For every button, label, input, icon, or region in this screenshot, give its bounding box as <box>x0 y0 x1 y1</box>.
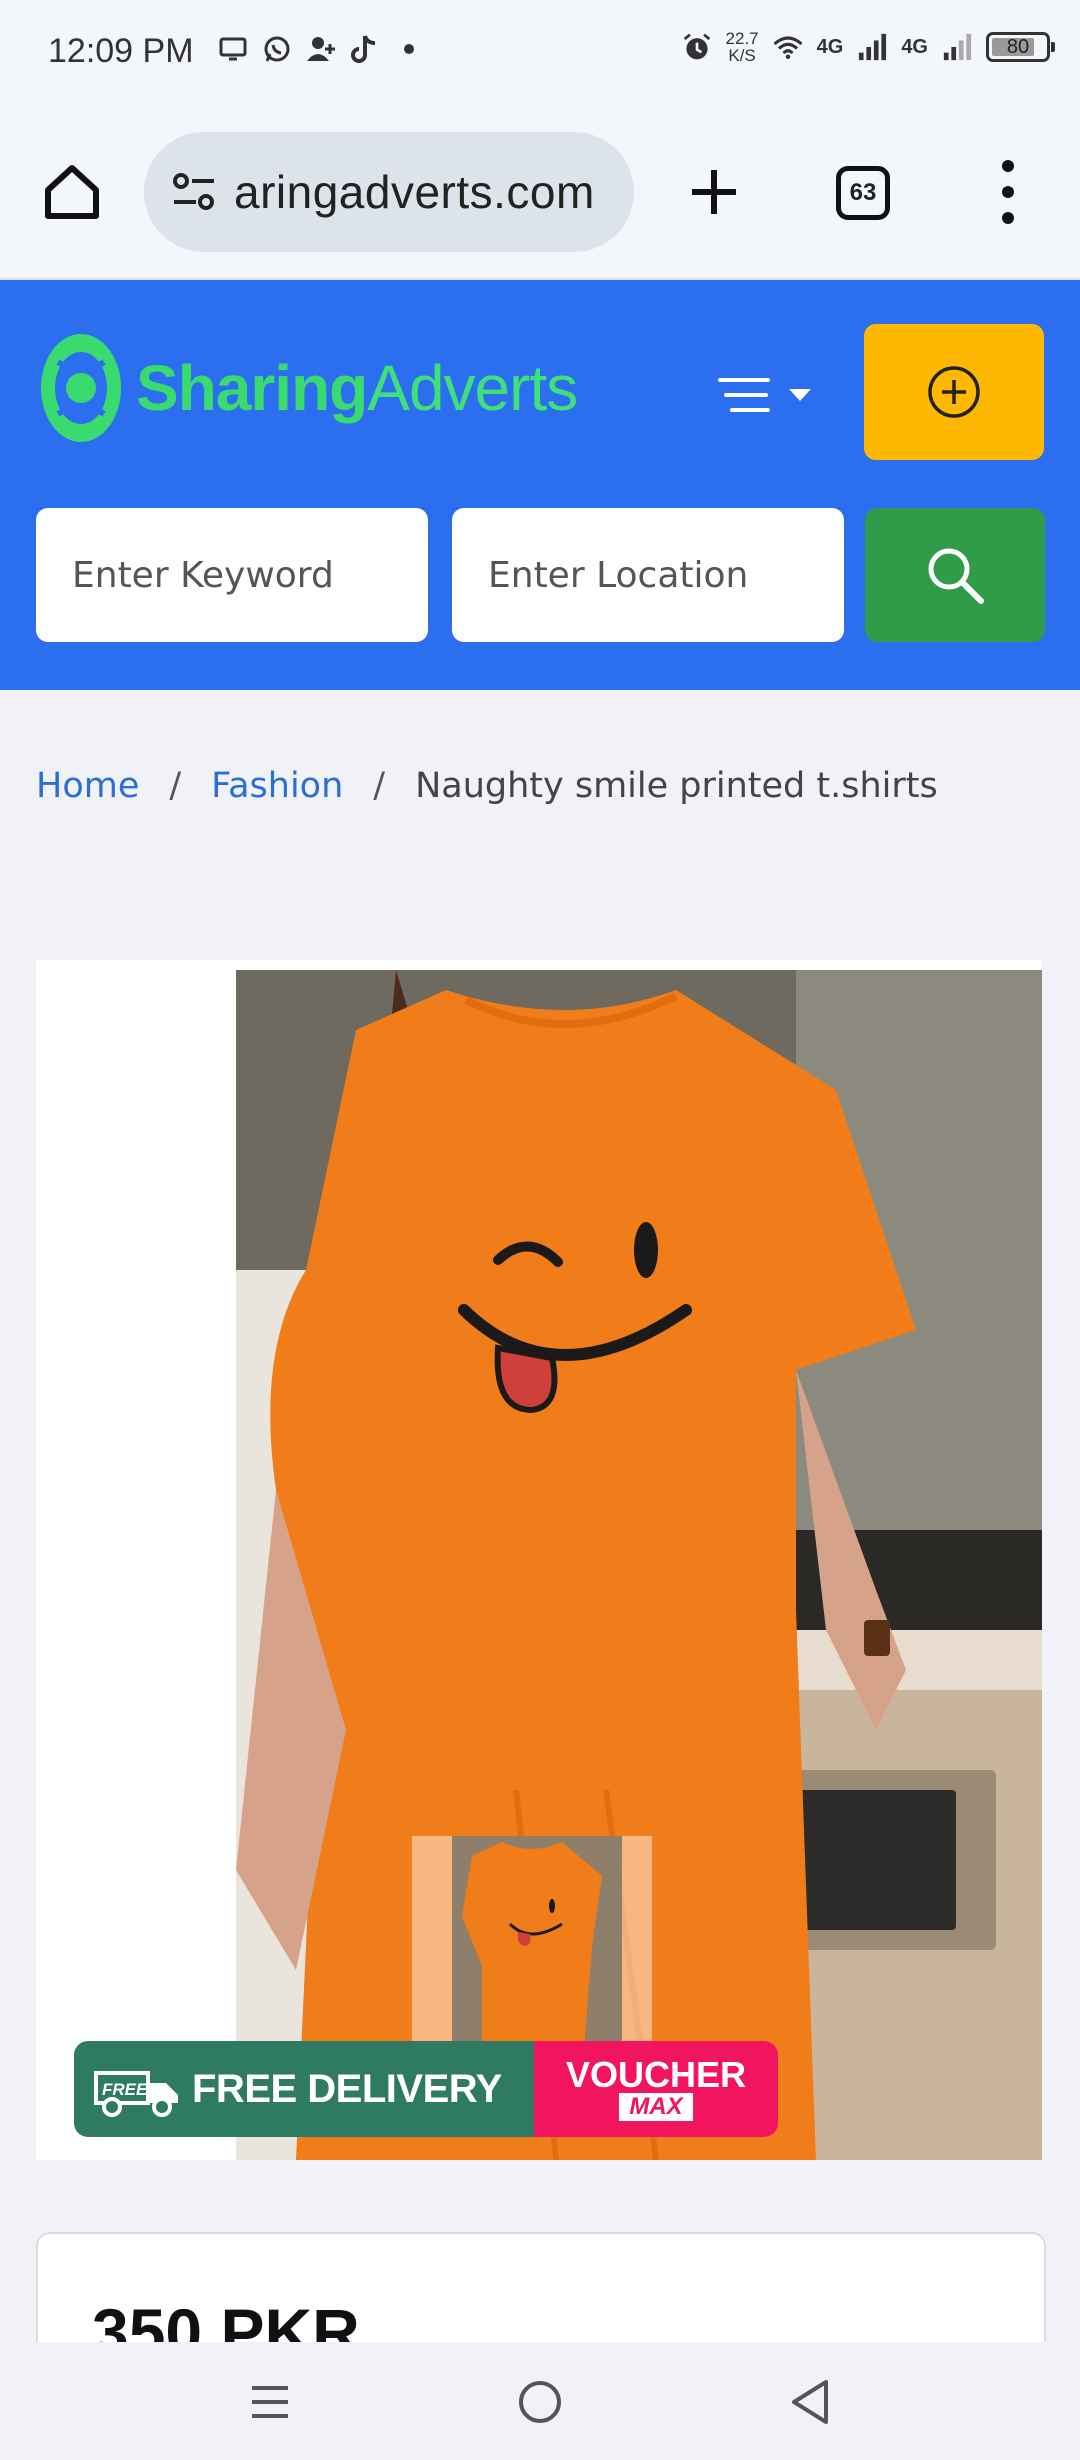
breadcrumb-home[interactable]: Home <box>36 766 139 806</box>
network-type-2: 4G <box>901 35 928 58</box>
breadcrumb-separator: / <box>373 766 386 806</box>
network-type-1: 4G <box>816 35 844 58</box>
home-button[interactable] <box>40 160 104 224</box>
search-icon <box>928 548 984 604</box>
whatsapp-icon <box>262 34 292 64</box>
delivery-truck-icon: FREE <box>94 2071 178 2117</box>
truck-label: FREE <box>102 2080 148 2099</box>
signal-icon <box>857 32 887 62</box>
chevron-down-icon <box>789 389 811 401</box>
back-button[interactable] <box>780 2372 840 2432</box>
home-nav-button[interactable] <box>510 2372 570 2432</box>
address-bar[interactable]: aringadverts.com <box>144 132 634 252</box>
logo-text: SharingAdverts <box>136 351 578 425</box>
more-vert-icon[interactable] <box>990 160 1026 224</box>
status-bar: 12:09 PM 22.7 K/S 4G 4G 80 <box>0 0 1080 110</box>
signal-icon <box>942 32 972 62</box>
logo-text-light: Adverts <box>367 352 578 424</box>
promo-banner: FREE FREE DELIVERY VOUCHER MAX <box>74 2041 778 2137</box>
gallery-thumbnail[interactable] <box>412 1836 652 2076</box>
post-ad-button[interactable] <box>864 324 1044 460</box>
notification-icons <box>218 34 424 64</box>
contact-add-icon <box>306 34 336 64</box>
system-navigation-bar <box>0 2342 1080 2460</box>
nav-menu-toggle[interactable] <box>716 370 826 420</box>
menu-lines-icon <box>718 378 770 412</box>
add-circle-icon <box>928 366 980 418</box>
product-gallery[interactable]: FREE FREE DELIVERY VOUCHER MAX <box>36 960 1042 2160</box>
plus-icon <box>692 170 736 214</box>
tab-count: 63 <box>849 179 877 206</box>
home-icon <box>45 165 99 219</box>
search-bar <box>36 508 1045 642</box>
breadcrumb-current: Naughty smile printed t.shirts <box>415 766 938 806</box>
alarm-icon <box>682 32 712 62</box>
home-circle-icon <box>519 2381 561 2423</box>
url-text: aringadverts.com <box>234 166 595 218</box>
logo-mark-icon <box>41 334 121 442</box>
back-icon <box>792 2380 828 2424</box>
free-delivery-badge: FREE FREE DELIVERY <box>74 2041 534 2137</box>
site-settings-icon[interactable] <box>168 166 220 218</box>
breadcrumb-separator: / <box>169 766 182 806</box>
thumbnail-image <box>418 1836 622 2076</box>
screen-icon <box>218 34 248 64</box>
system-indicators: 22.7 K/S 4G 4G 80 <box>682 30 1055 64</box>
voucher-text: VOUCHER <box>565 2054 747 2095</box>
new-tab-button[interactable] <box>682 160 746 224</box>
site-header: SharingAdverts <box>0 280 1080 690</box>
wifi-icon <box>773 32 803 62</box>
free-delivery-text: FREE DELIVERY <box>192 2066 502 2111</box>
voucher-badge: VOUCHER MAX <box>534 2041 778 2137</box>
browser-toolbar: aringadverts.com 63 <box>0 110 1080 280</box>
location-input[interactable] <box>452 508 844 642</box>
tabs-icon[interactable]: 63 <box>836 166 890 220</box>
tiktok-icon <box>350 34 380 64</box>
search-button[interactable] <box>865 508 1045 642</box>
logo-text-bold: Sharing <box>136 352 368 424</box>
product-info-card: 350 PKR <box>36 2232 1046 2356</box>
speed-value: 22.7 <box>725 29 759 48</box>
speed-unit: K/S <box>728 46 756 65</box>
recents-icon <box>252 2386 288 2418</box>
breadcrumb: Home / Fashion / Naughty smile printed t… <box>36 766 938 806</box>
network-speed: 22.7 K/S <box>726 30 759 64</box>
breadcrumb-fashion[interactable]: Fashion <box>211 766 343 806</box>
recent-apps-button[interactable] <box>240 2372 300 2432</box>
battery-icon: 80 <box>986 32 1055 62</box>
status-time: 12:09 PM <box>48 32 194 70</box>
site-logo[interactable]: SharingAdverts <box>38 332 578 444</box>
dot-icon <box>394 34 424 64</box>
battery-level: 80 <box>1006 35 1030 58</box>
keyword-input[interactable] <box>36 508 428 642</box>
voucher-max-text: MAX <box>619 2093 693 2121</box>
